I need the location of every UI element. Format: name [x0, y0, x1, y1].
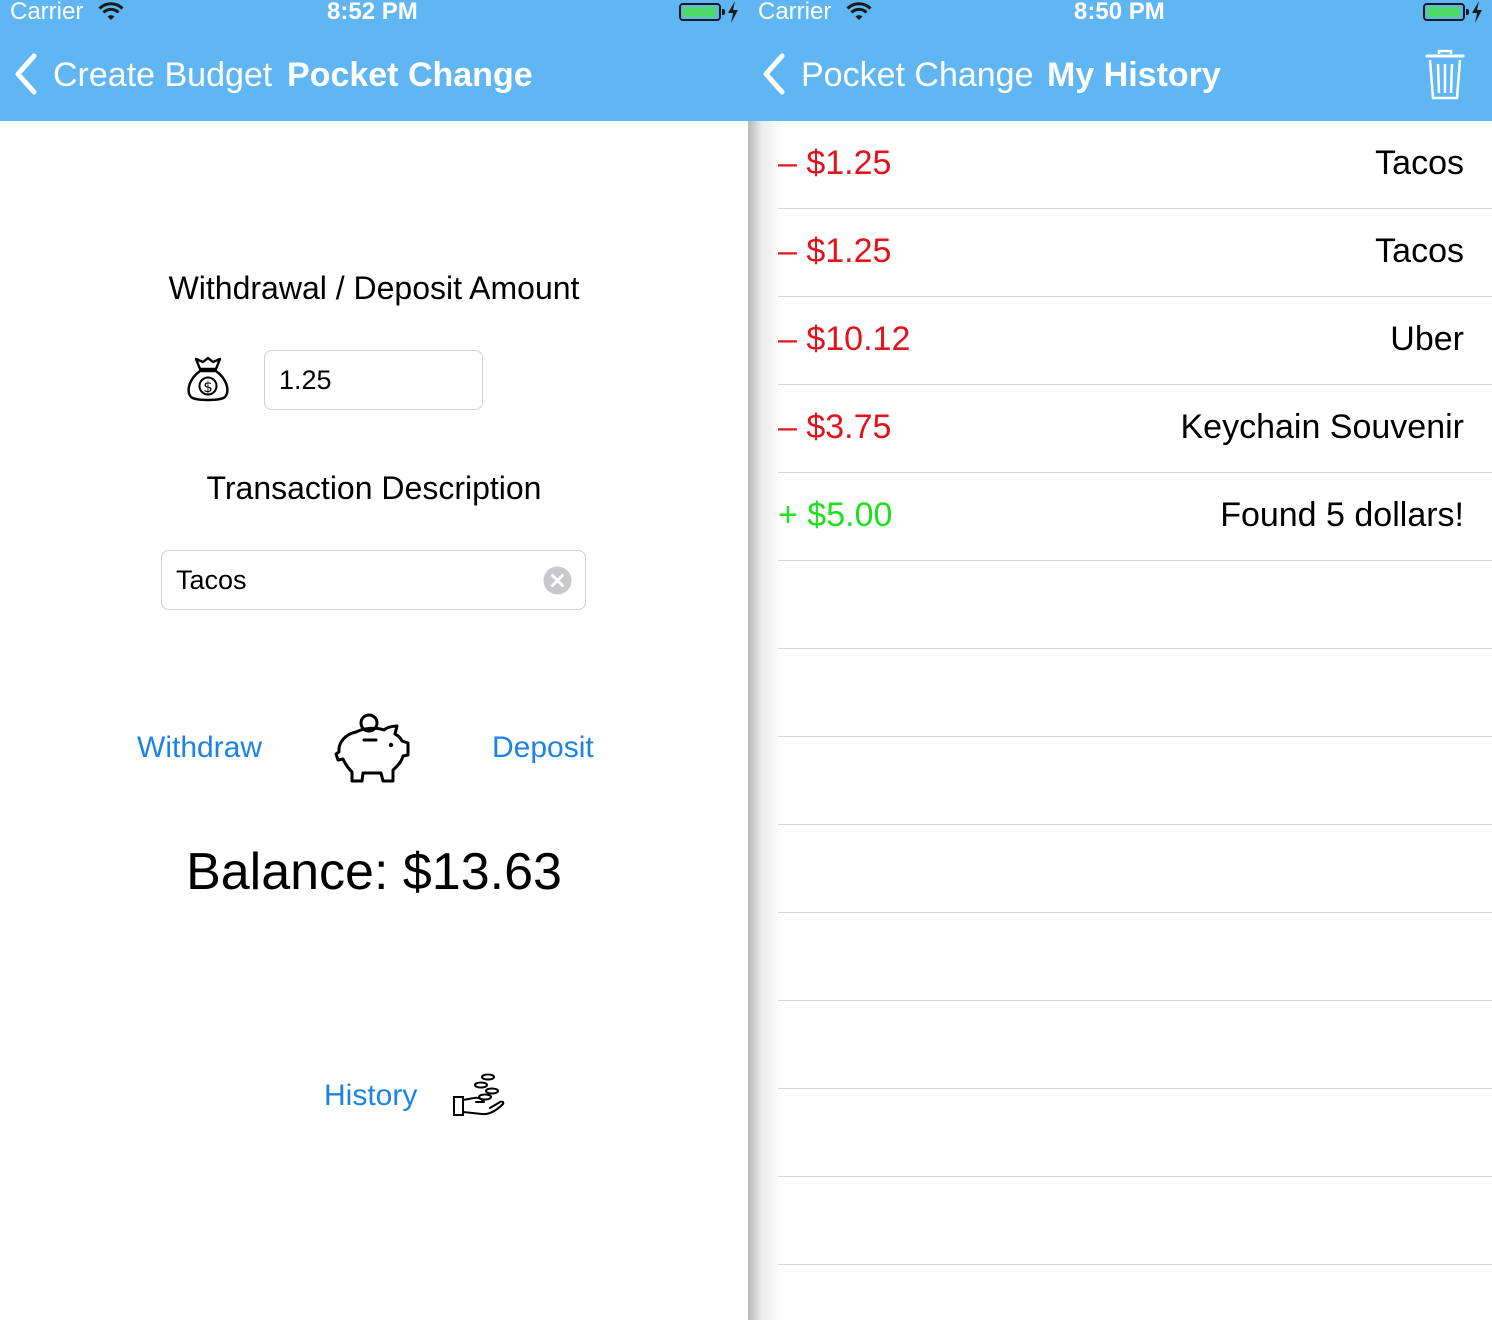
- chevron-left-icon: [763, 53, 785, 95]
- carrier-label: Carrier: [10, 0, 84, 25]
- list-item[interactable]: – $10.12 Uber: [778, 297, 1492, 385]
- amount-input-value: 1.25: [279, 365, 332, 395]
- page-title: Pocket Change: [287, 56, 533, 94]
- deposit-button[interactable]: Deposit: [492, 731, 594, 765]
- navigation-bar: Carrier 8:52 PM Create Budget Pocket Cha…: [0, 0, 748, 121]
- back-button[interactable]: Create Budget: [14, 53, 273, 95]
- list-item[interactable]: – $1.25 Tacos: [778, 121, 1492, 209]
- battery-icon: [1423, 3, 1469, 21]
- list-item[interactable]: – $3.75 Keychain Souvenir: [778, 385, 1492, 473]
- page-title: My History: [1047, 56, 1221, 94]
- empty-row: [778, 561, 1492, 649]
- balance-label: Balance: $13.63: [186, 843, 562, 901]
- navigation-bar: Carrier 8:50 PM Pocket Change My History: [748, 0, 1492, 121]
- svg-text:$: $: [203, 378, 213, 396]
- withdraw-button[interactable]: Withdraw: [137, 731, 262, 765]
- transaction-description: Tacos: [1375, 144, 1464, 182]
- wifi-icon: [98, 2, 124, 20]
- trash-icon[interactable]: [1425, 49, 1465, 101]
- empty-row: [778, 649, 1492, 737]
- amount-label: Withdrawal / Deposit Amount: [168, 270, 580, 306]
- empty-row: [778, 737, 1492, 825]
- screen-divider-shadow: [748, 121, 782, 1320]
- description-input[interactable]: Tacos: [161, 550, 586, 610]
- status-time: 8:52 PM: [327, 0, 418, 25]
- empty-row: [778, 1089, 1492, 1177]
- carrier-label: Carrier: [758, 0, 832, 25]
- description-input-value: Tacos: [176, 565, 247, 595]
- empty-row: [778, 1001, 1492, 1089]
- back-button-label: Create Budget: [53, 56, 273, 94]
- transaction-description: Found 5 dollars!: [1220, 496, 1464, 534]
- charging-bolt-icon: [728, 1, 738, 23]
- piggy-bank-icon: [334, 713, 410, 783]
- empty-row: [778, 1177, 1492, 1265]
- budget-screen: Carrier 8:52 PM Create Budget Pocket Cha…: [0, 0, 748, 1320]
- money-bag-icon: $: [187, 356, 229, 402]
- status-bar: Carrier 8:50 PM: [748, 0, 1492, 28]
- transaction-description: Uber: [1390, 320, 1464, 358]
- status-bar: Carrier 8:52 PM: [0, 0, 748, 28]
- transaction-amount: – $10.12: [778, 320, 911, 358]
- back-button-label: Pocket Change: [801, 56, 1034, 94]
- empty-row: [778, 913, 1492, 1001]
- list-item[interactable]: – $1.25 Tacos: [778, 209, 1492, 297]
- empty-row: [778, 825, 1492, 913]
- status-time: 8:50 PM: [1074, 0, 1165, 25]
- transaction-amount: – $3.75: [778, 408, 892, 446]
- description-label: Transaction Description: [206, 470, 542, 506]
- chevron-left-icon: [15, 53, 37, 95]
- hand-coins-icon[interactable]: [452, 1073, 506, 1119]
- battery-icon: [679, 3, 725, 21]
- transaction-amount: – $1.25: [778, 144, 892, 182]
- list-item[interactable]: + $5.00 Found 5 dollars!: [778, 473, 1492, 561]
- back-button[interactable]: Pocket Change: [762, 53, 1034, 95]
- transaction-description: Tacos: [1375, 232, 1464, 270]
- amount-input[interactable]: 1.25: [264, 350, 483, 410]
- wifi-icon: [846, 2, 872, 20]
- transaction-description: Keychain Souvenir: [1180, 408, 1464, 446]
- clear-circle-icon[interactable]: [543, 566, 572, 595]
- transaction-amount: – $1.25: [778, 232, 892, 270]
- transaction-amount: + $5.00: [778, 496, 893, 534]
- charging-bolt-icon: [1472, 1, 1482, 23]
- history-button[interactable]: History: [324, 1079, 417, 1113]
